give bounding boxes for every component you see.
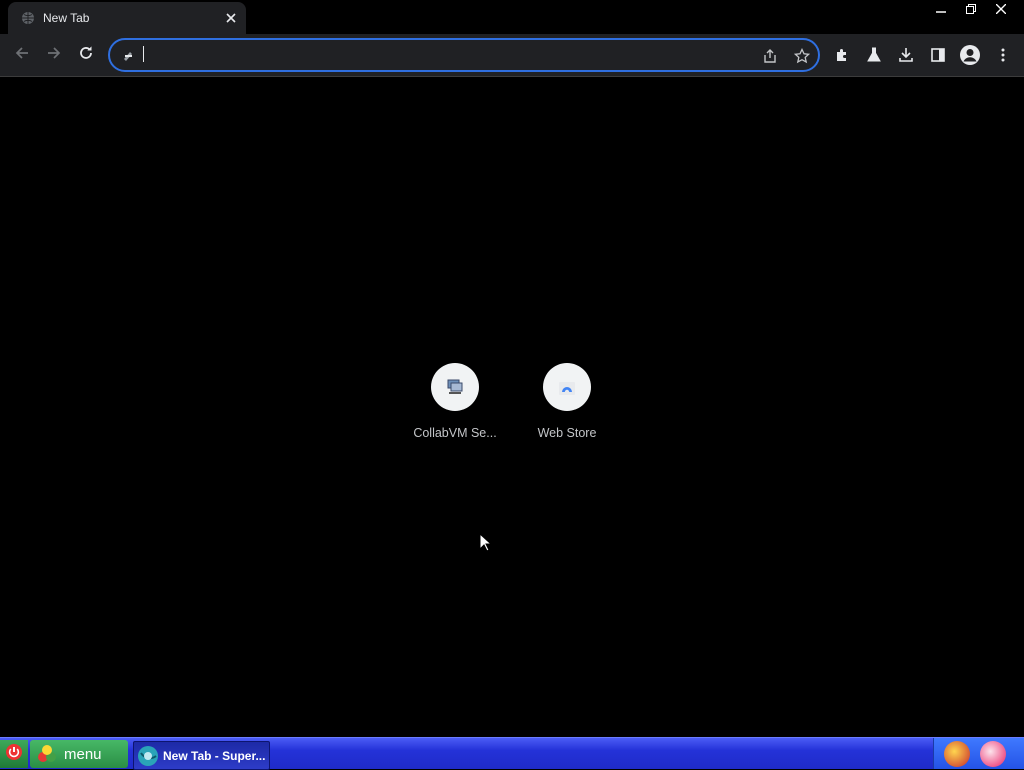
- share-icon[interactable]: [760, 46, 780, 66]
- start-logo-icon: [36, 744, 58, 764]
- taskbar-item-label: New Tab - Super...: [163, 748, 266, 763]
- reload-button[interactable]: [70, 39, 102, 71]
- back-button[interactable]: [6, 39, 38, 71]
- tray-mascot-icon[interactable]: [944, 741, 970, 767]
- tab-new-tab[interactable]: New Tab: [8, 2, 246, 34]
- system-tray: [933, 738, 1024, 769]
- text-caret: [143, 46, 144, 62]
- start-menu-label: menu: [64, 745, 102, 763]
- download-icon[interactable]: [893, 42, 919, 68]
- start-menu-button[interactable]: menu: [30, 740, 128, 768]
- forward-arrow-icon: [46, 45, 62, 65]
- address-bar[interactable]: [108, 38, 820, 72]
- shortcut-label: Web Store: [537, 426, 597, 440]
- tray-character-icon[interactable]: [980, 741, 1006, 767]
- shortcut-label: CollabVM Se...: [413, 426, 497, 440]
- mouse-cursor-icon: [479, 532, 493, 556]
- collabvm-icon: [431, 363, 479, 411]
- tab-title: New Tab: [43, 11, 90, 25]
- reload-icon: [78, 45, 94, 65]
- bookmark-star-icon[interactable]: [792, 46, 812, 66]
- address-input[interactable]: [142, 44, 746, 68]
- site-info-icon[interactable]: [122, 48, 136, 62]
- side-panel-icon[interactable]: [925, 42, 951, 68]
- forward-button[interactable]: [38, 39, 70, 71]
- profile-avatar-icon[interactable]: [957, 42, 983, 68]
- shortcut-collabvm[interactable]: CollabVM Se...: [395, 363, 515, 440]
- back-arrow-icon: [14, 45, 30, 65]
- close-tab-icon[interactable]: [222, 9, 240, 27]
- shortcut-web-store[interactable]: Web Store: [507, 363, 627, 440]
- labs-flask-icon[interactable]: [861, 42, 887, 68]
- web-store-icon: [543, 363, 591, 411]
- globe-icon: [21, 11, 35, 25]
- restore-icon[interactable]: [956, 0, 986, 18]
- power-icon: [5, 743, 23, 765]
- minimize-icon[interactable]: [926, 0, 956, 18]
- extensions-puzzle-icon[interactable]: [829, 42, 855, 68]
- taskbar: menu New Tab - Super...: [0, 737, 1024, 770]
- close-window-icon[interactable]: [986, 0, 1016, 18]
- browser-icon: [137, 745, 159, 767]
- kebab-menu-icon[interactable]: [990, 42, 1016, 68]
- taskbar-item-browser[interactable]: New Tab - Super...: [133, 741, 270, 770]
- power-button[interactable]: [0, 740, 28, 768]
- title-bar: New Tab: [0, 0, 1024, 34]
- browser-toolbar: [0, 34, 1024, 77]
- window-controls: [926, 0, 1016, 18]
